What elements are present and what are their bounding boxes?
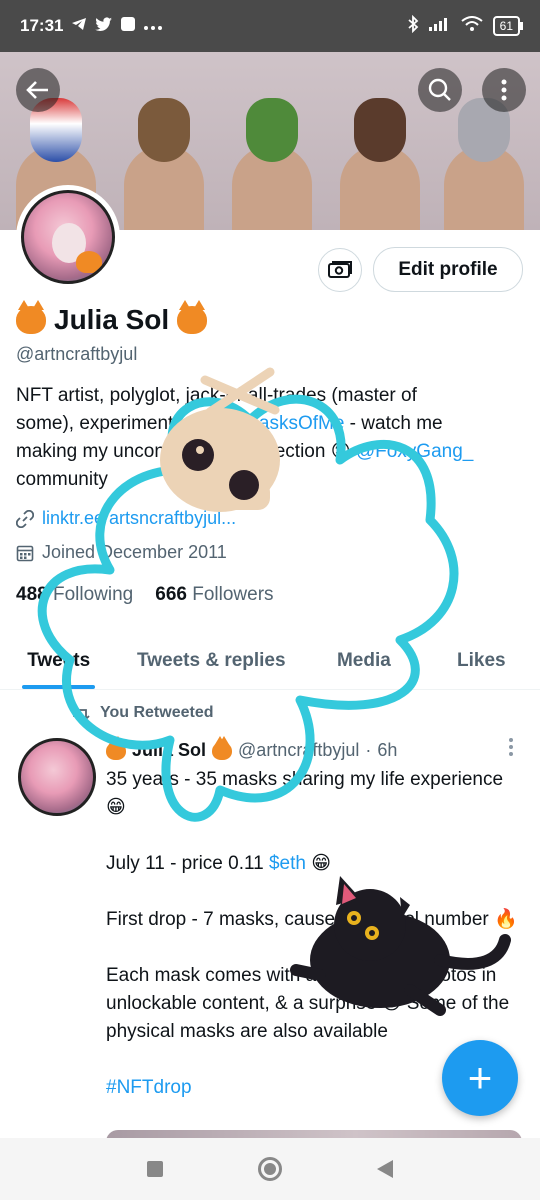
tab-tweets-replies[interactable]: Tweets & replies: [117, 632, 305, 689]
profile-website[interactable]: linktr.ee/artsncraftbyjul...: [16, 508, 236, 529]
status-time: 17:31: [20, 16, 64, 35]
battery-icon: 61: [492, 16, 524, 36]
more-vertical-icon: [509, 738, 513, 756]
tab-likes[interactable]: Likes: [423, 632, 540, 689]
profile-handle: @artncraftbyjul: [16, 344, 138, 364]
arrow-left-icon: [26, 81, 48, 99]
follow-stats: 488 Following 666 Followers: [16, 584, 274, 606]
link-icon: [16, 509, 34, 528]
more-vertical-icon: [501, 79, 507, 101]
following-stat[interactable]: 488 Following: [16, 584, 133, 606]
profile-bio: NFT artist, polyglot, jack-of-all-trades…: [16, 385, 474, 490]
more-button[interactable]: [482, 68, 526, 112]
money-icon: [328, 261, 352, 278]
recent-apps-icon[interactable]: [147, 1161, 164, 1177]
signal-icon: [428, 16, 451, 36]
followers-stat[interactable]: 666 Followers: [155, 584, 273, 606]
twitter-icon: [95, 17, 113, 36]
banner-figure: [118, 80, 210, 230]
fox-emoji-icon: [16, 300, 46, 334]
back-triangle-icon[interactable]: [376, 1160, 393, 1178]
status-bar: 17:31 61: [0, 0, 540, 52]
banner-figure: [226, 80, 318, 230]
mention-link[interactable]: @FoxyGang_: [356, 441, 474, 462]
tweet-author-handle: @artncraftbyjul: [238, 740, 360, 760]
cashtag-link[interactable]: $eth: [269, 853, 306, 874]
square-app-icon: [121, 17, 136, 35]
hashtag-link[interactable]: #TheMasksOfMe: [200, 413, 345, 434]
more-dots-icon: [143, 18, 163, 35]
android-nav-bar: [0, 1138, 540, 1200]
home-icon[interactable]: [257, 1157, 282, 1181]
bluetooth-icon: [407, 14, 419, 38]
retweet-icon: [70, 705, 90, 721]
search-icon: [428, 78, 451, 101]
profile-avatar[interactable]: [16, 185, 120, 289]
fox-emoji-icon: [177, 300, 208, 334]
edit-profile-button[interactable]: Edit profile: [373, 247, 523, 292]
tweet-header: Julia Sol @artncraftbyjul · 6h: [106, 735, 398, 761]
back-button[interactable]: [16, 68, 60, 112]
tweet-more-button[interactable]: [504, 738, 518, 756]
search-button[interactable]: [418, 68, 462, 112]
tip-jar-button[interactable]: [318, 248, 362, 292]
status-left-icons: [71, 17, 163, 36]
profile-joined: Joined December 2011: [16, 542, 227, 563]
website-link[interactable]: linktr.ee/artsncraftbyjul...: [42, 508, 236, 529]
calendar-icon: [16, 545, 34, 561]
fox-emoji-icon: [212, 735, 233, 760]
display-name: Julia Sol: [54, 304, 170, 335]
tab-tweets[interactable]: Tweets: [0, 632, 117, 689]
tweet-author-name[interactable]: Julia Sol: [132, 740, 206, 761]
tab-media[interactable]: Media: [305, 632, 422, 689]
banner-figure: [334, 80, 426, 230]
retweet-indicator: You Retweeted: [70, 704, 214, 722]
fox-emoji-icon: [106, 735, 126, 760]
compose-tweet-button[interactable]: +: [442, 1040, 518, 1116]
tweet-time: 6h: [377, 740, 398, 760]
status-right-icons: 61: [407, 14, 524, 38]
tweet-author-avatar[interactable]: [18, 738, 96, 816]
telegram-icon: [71, 17, 87, 35]
wifi-icon: [461, 15, 483, 37]
profile-tabs: Tweets Tweets & replies Media Likes: [0, 632, 540, 690]
profile-name: Julia Sol: [16, 300, 208, 336]
